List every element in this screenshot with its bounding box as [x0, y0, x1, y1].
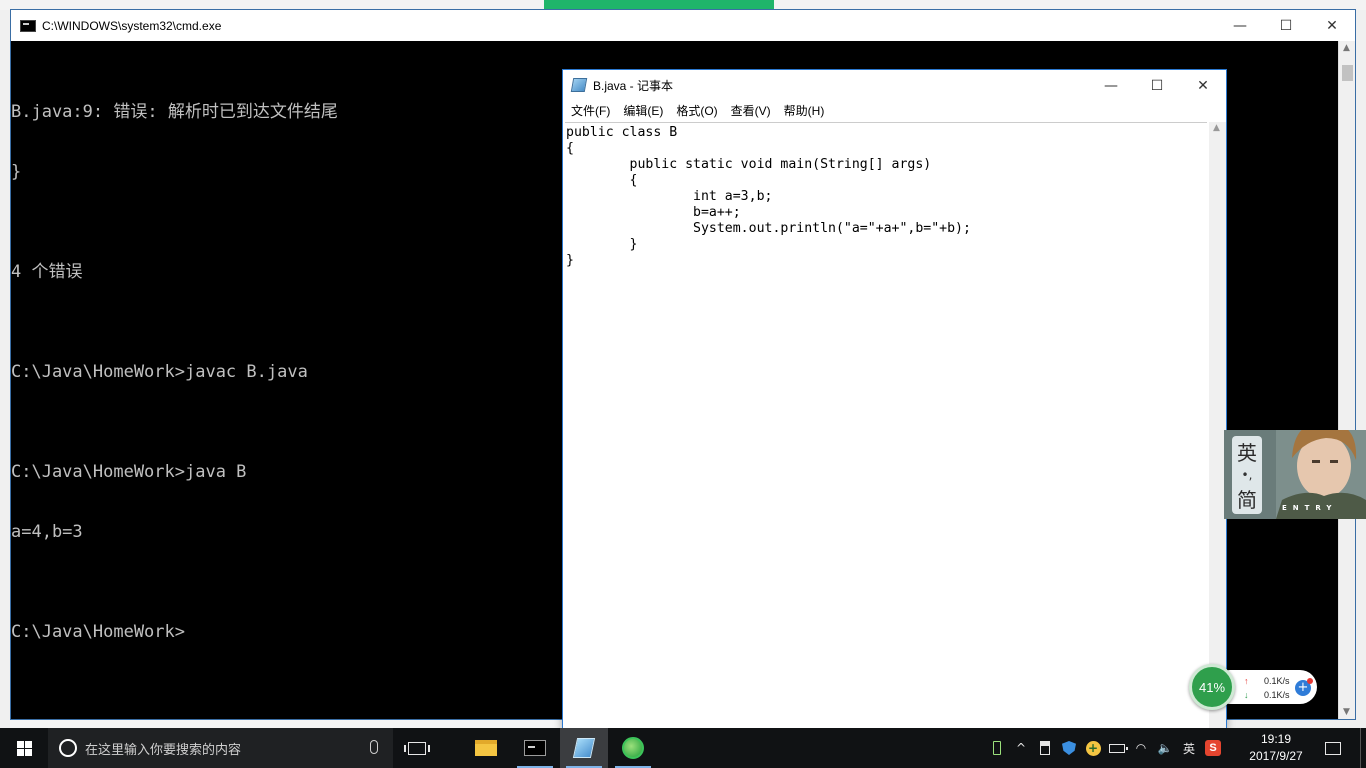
menu-edit[interactable]: 编辑(E): [617, 102, 669, 119]
menu-help[interactable]: 帮助(H): [778, 102, 831, 119]
tray-wifi[interactable]: ◠: [1129, 728, 1153, 768]
network-speed-widget[interactable]: 41% ↑ 0.1K/s ↓ 0.1K/s +: [1189, 664, 1317, 710]
sogou-icon: S: [1205, 740, 1221, 756]
upload-arrow-icon: ↑: [1244, 676, 1249, 686]
cmd-icon: [524, 740, 546, 756]
tray-security[interactable]: [1057, 728, 1081, 768]
tray-show-hidden[interactable]: ^: [1009, 728, 1033, 768]
notepad-close-button[interactable]: ✕: [1180, 70, 1226, 101]
search-placeholder: 在这里输入你要搜索的内容: [85, 742, 242, 758]
usb-icon: [1040, 741, 1050, 755]
ime-floating-widget[interactable]: 英 •, 简 ENTRY: [1224, 430, 1366, 519]
ime-language-toggle[interactable]: 英 •, 简: [1232, 436, 1262, 514]
tray-usb[interactable]: [1033, 728, 1057, 768]
folder-icon: [475, 740, 497, 756]
start-button[interactable]: [0, 728, 48, 768]
tray-ime-language[interactable]: 英: [1177, 728, 1201, 768]
cmd-line: C:\Java\HomeWork>javac B.java: [11, 362, 308, 382]
microphone-icon[interactable]: [370, 740, 378, 754]
notepad-window[interactable]: B.java - 记事本 — ☐ ✕ 文件(F) 编辑(E) 格式(O) 查看(…: [562, 69, 1227, 731]
cmd-maximize-button[interactable]: ☐: [1263, 10, 1309, 41]
cmd-prompt: C:\Java\HomeWork>: [11, 622, 185, 642]
wifi-icon: ◠: [1135, 741, 1147, 755]
download-speed-row: ↓ 0.1K/s: [1244, 690, 1290, 700]
tray-battery-green[interactable]: [985, 728, 1009, 768]
notepad-text-area[interactable]: public class B { public static void main…: [565, 122, 1207, 730]
memory-usage-ring[interactable]: 41%: [1189, 664, 1235, 710]
notepad-titlebar[interactable]: B.java - 记事本 — ☐ ✕: [563, 70, 1226, 100]
taskbar-notepad[interactable]: [560, 728, 608, 768]
menu-view[interactable]: 查看(V): [725, 102, 777, 119]
task-view-button[interactable]: [393, 728, 441, 768]
windows-logo-icon: [16, 740, 32, 756]
notepad-scrollbar[interactable]: ▲: [1209, 122, 1226, 730]
task-view-icon: [404, 741, 430, 755]
taskbar-browser[interactable]: [609, 728, 657, 768]
menu-format[interactable]: 格式(O): [670, 102, 723, 119]
notepad-menubar: 文件(F) 编辑(E) 格式(O) 查看(V) 帮助(H): [563, 100, 1226, 120]
cmd-window-icon: [20, 19, 36, 32]
cmd-line: }: [11, 162, 22, 182]
taskbar-search-box[interactable]: 在这里输入你要搜索的内容: [48, 728, 393, 768]
notepad-maximize-button[interactable]: ☐: [1134, 70, 1180, 101]
notepad-minimize-button[interactable]: —: [1088, 70, 1134, 101]
browser-icon: [622, 737, 644, 759]
cmd-minimize-button[interactable]: —: [1217, 10, 1263, 41]
upload-speed-row: ↑ 0.1K/s: [1244, 676, 1290, 686]
cmd-line: a=4,b=3: [11, 522, 83, 542]
cmd-scrollbar[interactable]: ▲ ▼: [1338, 41, 1355, 719]
action-center-button[interactable]: [1316, 728, 1350, 768]
taskbar-clock[interactable]: 19:19 2017/9/27: [1240, 731, 1312, 765]
taskbar: 在这里输入你要搜索的内容 ^ + ◠ 🔈 英 S 19:19 2017/9/27: [0, 728, 1366, 768]
notification-dot: [1307, 678, 1313, 684]
cmd-scroll-thumb[interactable]: [1342, 65, 1353, 81]
notification-icon: [1325, 741, 1341, 755]
show-desktop-button[interactable]: [1360, 728, 1366, 768]
scroll-down-icon[interactable]: ▼: [1343, 707, 1350, 717]
cmd-close-button[interactable]: ✕: [1309, 10, 1355, 41]
menu-file[interactable]: 文件(F): [565, 102, 616, 119]
taskbar-explorer[interactable]: [462, 728, 510, 768]
scroll-up-icon[interactable]: ▲: [1213, 123, 1220, 133]
tray-sogou[interactable]: S: [1201, 728, 1225, 768]
ime-skin-watermark: ENTRY: [1282, 504, 1338, 512]
notepad-window-icon: [570, 78, 588, 92]
speed-widget-plus-button[interactable]: +: [1295, 678, 1313, 696]
memory-percent: 41%: [1198, 679, 1226, 695]
ime-lang-primary: 英: [1237, 441, 1257, 465]
clock-time: 19:19: [1260, 732, 1292, 746]
cmd-line: B.java:9: 错误: 解析时已到达文件结尾: [11, 102, 338, 122]
taskbar-cmd[interactable]: [511, 728, 559, 768]
underlying-window-strip: [10, 720, 562, 728]
plus-circle-icon: +: [1085, 740, 1101, 756]
shield-icon: [1062, 741, 1076, 755]
cmd-title: C:\WINDOWS\system32\cmd.exe: [42, 18, 222, 33]
battery-green-icon: [993, 741, 1001, 755]
volume-icon: 🔈: [1157, 741, 1173, 755]
tray-volume[interactable]: 🔈: [1153, 728, 1177, 768]
battery-icon: [1109, 743, 1128, 753]
cmd-line: C:\Java\HomeWork>java B: [11, 462, 247, 482]
scroll-up-icon[interactable]: ▲: [1343, 43, 1350, 53]
download-speed: 0.1K/s: [1264, 690, 1290, 700]
tray-plus[interactable]: +: [1081, 728, 1105, 768]
clock-date: 2017/9/27: [1249, 749, 1303, 763]
system-tray: ^ + ◠ 🔈 英 S: [985, 728, 1225, 768]
ime-lang-secondary: 简: [1237, 488, 1257, 512]
ime-punct-mode: •,: [1241, 468, 1253, 482]
cmd-output[interactable]: B.java:9: 错误: 解析时已到达文件结尾 } 4 个错误 C:\Java…: [11, 62, 571, 682]
upload-speed: 0.1K/s: [1264, 676, 1290, 686]
cortana-circle-icon: [59, 739, 77, 757]
notepad-title: B.java - 记事本: [593, 78, 674, 93]
tray-battery[interactable]: [1105, 728, 1129, 768]
cmd-titlebar[interactable]: C:\WINDOWS\system32\cmd.exe — ☐ ✕: [11, 10, 1355, 41]
notepad-icon: [572, 738, 596, 758]
download-arrow-icon: ↓: [1244, 690, 1249, 700]
cmd-line: 4 个错误: [11, 262, 83, 282]
